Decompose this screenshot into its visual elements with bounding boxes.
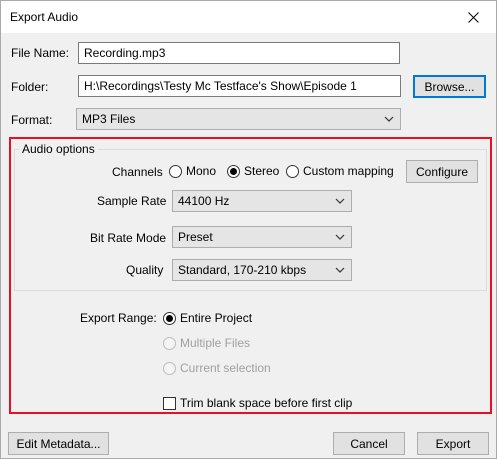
sample-rate-select[interactable]: 44100 Hz [172,190,352,212]
multiple-files-label: Multiple Files [180,336,251,350]
folder-label: Folder: [11,80,49,94]
title-bar[interactable]: Export Audio [1,1,496,33]
file-name-input[interactable]: Recording.mp3 [78,42,400,64]
export-range-current-selection-radio[interactable]: Current selection [163,361,271,375]
trim-blank-space-label: Trim blank space before first clip [180,396,353,410]
format-select[interactable]: MP3 Files [76,108,401,130]
channels-custom-mapping-label: Custom mapping [303,164,394,178]
configure-button[interactable]: Configure [406,160,478,183]
close-button[interactable] [450,1,496,33]
chevron-down-icon [335,234,345,240]
format-label: Format: [11,113,53,127]
export-audio-dialog: Export Audio File Name: Recording.mp3 Fo… [0,0,497,459]
radio-icon [163,361,176,375]
channels-stereo-radio[interactable]: Stereo [227,164,279,178]
channels-mono-label: Mono [186,164,217,178]
bit-rate-mode-label: Bit Rate Mode [90,231,167,245]
browse-button[interactable]: Browse... [413,75,486,98]
radio-icon [286,164,299,178]
radio-icon [169,164,182,178]
trim-blank-space-checkbox[interactable]: Trim blank space before first clip [163,396,352,410]
sample-rate-label: Sample Rate [97,194,167,208]
file-name-label: File Name: [11,46,70,60]
audio-options-title: Audio options [19,142,98,156]
radio-selected-icon [163,311,176,325]
entire-project-label: Entire Project [180,311,253,325]
export-range-entire-project-radio[interactable]: Entire Project [163,311,252,325]
chevron-down-icon [335,198,345,204]
channels-mono-radio[interactable]: Mono [169,164,216,178]
window-title: Export Audio [10,10,79,24]
close-icon [467,11,479,23]
radio-icon [163,336,176,350]
bit-rate-mode-value: Preset [178,230,213,244]
folder-input[interactable]: H:\Recordings\Testy Mc Testface's Show\E… [78,75,401,97]
quality-select[interactable]: Standard, 170-210 kbps [172,259,352,281]
channels-label: Channels [112,165,163,179]
export-button[interactable]: Export [417,432,489,455]
cancel-button[interactable]: Cancel [333,432,405,455]
bit-rate-mode-select[interactable]: Preset [172,226,352,248]
channels-custom-mapping-radio[interactable]: Custom mapping [286,164,394,178]
quality-value: Standard, 170-210 kbps [178,263,307,277]
channels-stereo-label: Stereo [244,164,280,178]
sample-rate-value: 44100 Hz [178,194,230,208]
export-range-label: Export Range: [80,311,157,325]
checkbox-icon [163,396,176,410]
edit-metadata-button[interactable]: Edit Metadata... [8,432,109,455]
current-selection-label: Current selection [180,361,271,375]
chevron-down-icon [335,267,345,273]
export-range-multiple-files-radio[interactable]: Multiple Files [163,336,250,350]
format-select-value: MP3 Files [82,112,136,126]
quality-label: Quality [126,263,164,277]
radio-selected-icon [227,164,240,178]
chevron-down-icon [384,116,394,122]
